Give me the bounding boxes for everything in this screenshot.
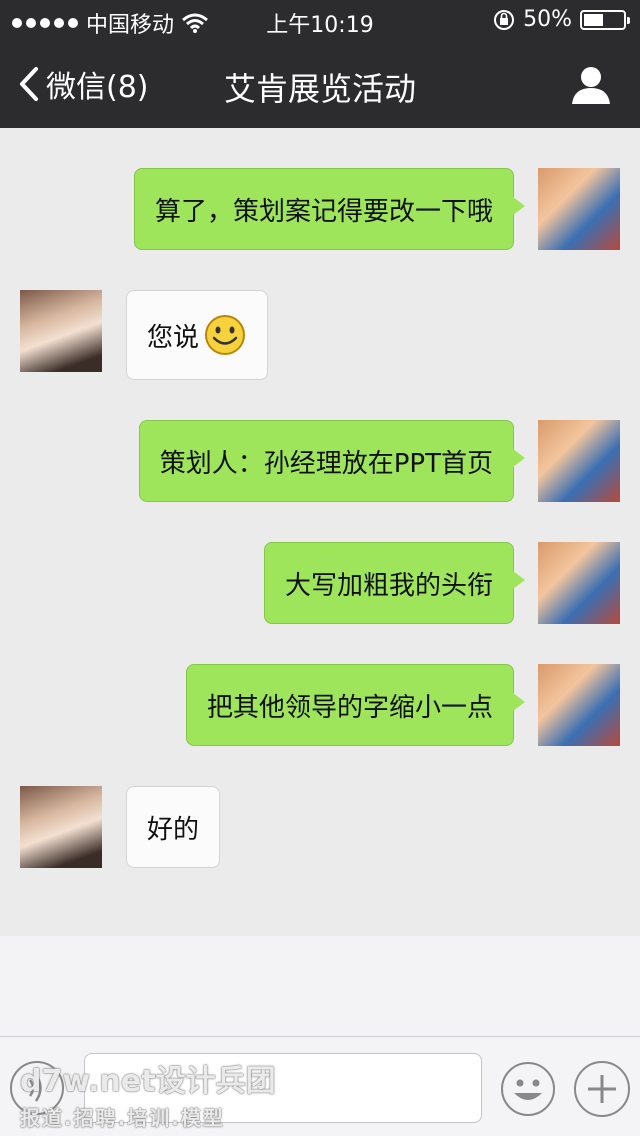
contact-avatar[interactable] xyxy=(20,290,102,372)
message-bubble-outgoing[interactable]: 算了，策划案记得要改一下哦 xyxy=(133,168,526,250)
watermark-line-1: d7w.net设计兵团 xyxy=(20,1064,276,1099)
watermark: d7w.net设计兵团 报道.招聘.培训.模型 xyxy=(20,1056,276,1131)
plus-icon[interactable] xyxy=(574,1061,630,1117)
battery-icon xyxy=(580,9,630,30)
status-right: 50% xyxy=(493,7,630,32)
message-text: 算了，策划案记得要改一下哦 xyxy=(154,196,493,227)
message-text: 您说 xyxy=(147,322,200,353)
plus-glyph-icon xyxy=(588,1075,616,1103)
message-bubble-incoming[interactable]: 好的 xyxy=(126,786,221,868)
my-avatar[interactable] xyxy=(538,542,620,624)
message-bubble-outgoing[interactable]: 策划人：孙经理放在PPT首页 xyxy=(138,420,526,502)
rotation-lock-icon xyxy=(494,9,515,30)
message-text: 好的 xyxy=(147,814,200,845)
contact-avatar[interactable] xyxy=(20,786,102,868)
message-bubble-outgoing[interactable]: 把其他领导的字缩小一点 xyxy=(185,664,526,746)
watermark-line-2: 报道.招聘.培训.模型 xyxy=(20,1106,225,1130)
chat-title: 艾肯展览活动 xyxy=(223,70,416,108)
chat-bottom-area xyxy=(0,936,640,1036)
emoji-icon[interactable] xyxy=(500,1061,556,1117)
battery-percent: 50% xyxy=(523,7,572,32)
message-bubble-outgoing[interactable]: 大写加粗我的头衔 xyxy=(263,542,526,624)
person-icon[interactable] xyxy=(570,64,612,106)
message-bubble-incoming[interactable]: 您说 xyxy=(126,290,269,380)
nav-bar: 微信(8) 艾肯展览活动 xyxy=(0,40,640,128)
chat-area[interactable]: 算了，策划案记得要改一下哦 您说 策划人：孙经理放在PPT首页 大写加粗我的头衔 xyxy=(0,128,640,936)
my-avatar[interactable] xyxy=(538,168,620,250)
my-avatar[interactable] xyxy=(538,664,620,746)
smiley-emoji-icon xyxy=(205,315,246,355)
my-avatar[interactable] xyxy=(538,420,620,502)
status-bar: 中国移动 上午10:19 50% xyxy=(0,0,640,40)
message-text: 把其他领导的字缩小一点 xyxy=(206,692,493,723)
message-text: 策划人：孙经理放在PPT首页 xyxy=(159,448,493,479)
message-text: 大写加粗我的头衔 xyxy=(284,570,493,601)
